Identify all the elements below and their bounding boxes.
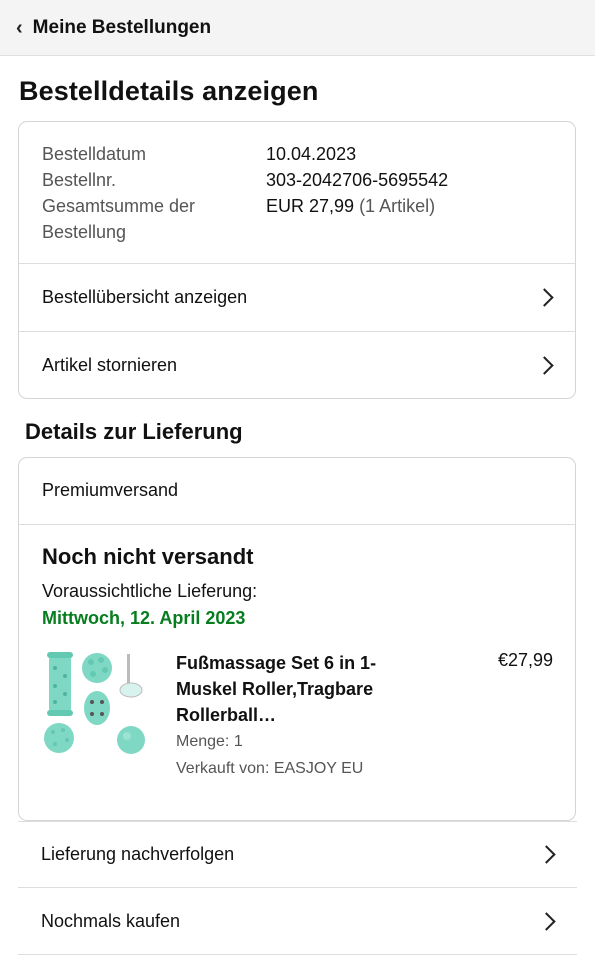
shipment-status: Noch nicht versandt bbox=[42, 544, 254, 569]
track-delivery-label: Lieferung nachverfolgen bbox=[41, 844, 235, 864]
order-total-value: EUR 27,99 bbox=[266, 196, 355, 216]
chevron-right-icon bbox=[537, 845, 556, 864]
order-summary-card: Bestelldatum 10.04.2023 Bestellnr. 303-2… bbox=[18, 121, 576, 399]
order-info: Bestelldatum 10.04.2023 Bestellnr. 303-2… bbox=[19, 122, 575, 264]
buy-again-row[interactable]: Nochmals kaufen bbox=[18, 888, 577, 955]
chevron-left-icon[interactable]: ‹ bbox=[16, 18, 23, 38]
order-date-row: Bestelldatum 10.04.2023 bbox=[42, 141, 575, 167]
buy-again-label: Nochmals kaufen bbox=[41, 910, 181, 931]
order-item-count: (1 Artikel) bbox=[354, 196, 436, 216]
page-title: Bestelldetails anzeigen bbox=[19, 76, 319, 106]
chevron-right-icon bbox=[535, 355, 554, 375]
order-number-label: Bestellnr. bbox=[42, 170, 117, 190]
order-number-value: 303-2042706-5695542 bbox=[266, 170, 449, 190]
track-delivery-row[interactable]: Lieferung nachverfolgen bbox=[18, 821, 577, 888]
back-link-my-orders[interactable]: Meine Bestellungen bbox=[33, 17, 211, 39]
view-order-summary-label: Bestellübersicht anzeigen bbox=[42, 287, 248, 307]
order-total-label: Gesamtsumme der bbox=[42, 196, 196, 216]
order-total-row-cont: Bestellung bbox=[42, 219, 575, 245]
order-total-label-cont: Bestellung bbox=[42, 222, 127, 242]
chevron-right-icon bbox=[537, 911, 556, 931]
cancel-items-row[interactable]: Artikel stornieren bbox=[19, 331, 575, 398]
order-date-label: Bestelldatum bbox=[42, 144, 147, 164]
chevron-right-icon bbox=[535, 288, 554, 307]
eta-label: Voraussichtliche Lieferung: bbox=[42, 581, 258, 601]
order-total-value-wrap: EUR 27,99 (1 Artikel) bbox=[266, 193, 435, 219]
product-title-link[interactable]: Fußmassage Set 6 in 1- Muskel Roller,Tra… bbox=[176, 650, 426, 728]
order-action-list: Lieferung nachverfolgen Nochmals kaufen bbox=[18, 821, 577, 955]
top-nav-bar: ‹ Meine Bestellungen bbox=[0, 0, 595, 56]
order-date-value: 10.04.2023 bbox=[266, 144, 357, 164]
cancel-items-label: Artikel stornieren bbox=[42, 354, 178, 375]
massage-roller-set-image[interactable] bbox=[43, 648, 151, 756]
delivery-section-title: Details zur Lieferung bbox=[25, 419, 243, 444]
view-order-summary-row[interactable]: Bestellübersicht anzeigen bbox=[19, 264, 575, 331]
shipping-method: Premiumversand bbox=[19, 458, 575, 525]
order-total-row: Gesamtsumme der EUR 27,99 (1 Artikel) bbox=[42, 193, 575, 219]
delivery-details-card: Premiumversand Noch nicht versandt Vorau… bbox=[18, 457, 576, 821]
product-price: €27,99 bbox=[497, 650, 553, 670]
eta-date: Mittwoch, 12. April 2023 bbox=[42, 608, 246, 628]
order-number-row: Bestellnr. 303-2042706-5695542 bbox=[42, 167, 575, 193]
product-quantity: Menge: 1 bbox=[176, 733, 243, 750]
product-seller: Verkauft von: EASJOY EU bbox=[176, 760, 364, 777]
